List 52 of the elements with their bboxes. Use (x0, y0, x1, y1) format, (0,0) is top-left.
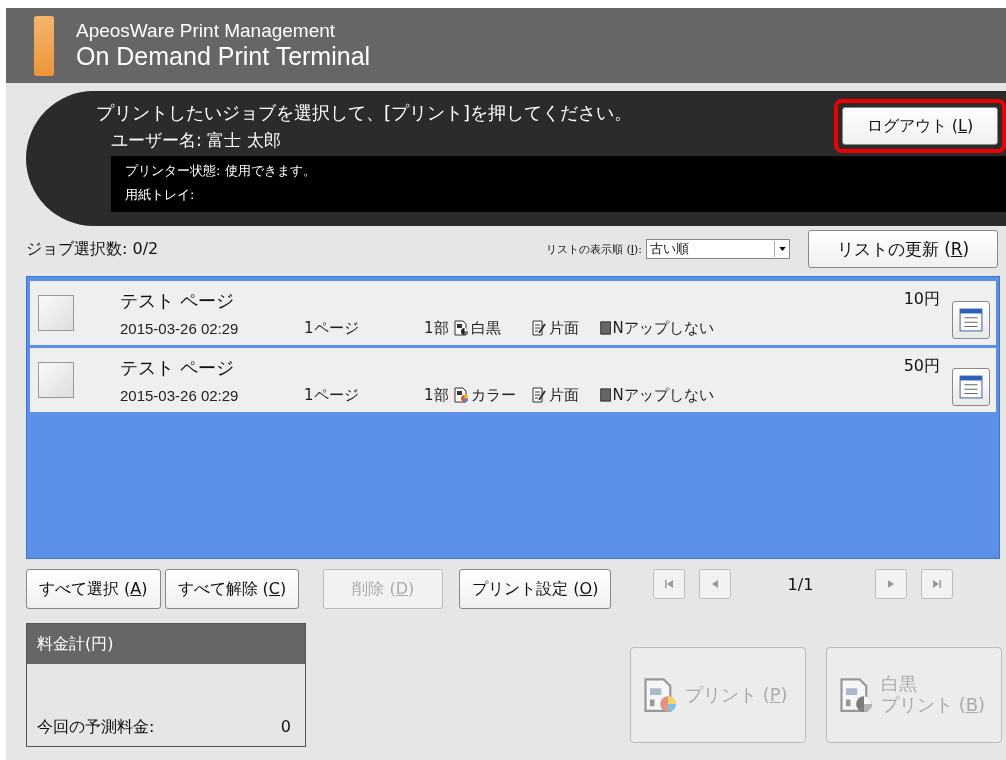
checkbox[interactable] (38, 295, 74, 331)
color-mode: 白黒 (470, 318, 502, 338)
sides-setting: 片面 (548, 385, 580, 405)
page-count: 1ページ (304, 385, 360, 405)
document-icon (837, 677, 873, 713)
product-name: ApeosWare Print Management (76, 20, 337, 42)
action-button[interactable]: すべて選択 (A) (26, 569, 161, 609)
logo-bar-icon (34, 15, 54, 76)
color-mode: カラー (470, 385, 517, 405)
job-name: テスト ページ (120, 288, 235, 313)
first-page-icon (663, 578, 676, 590)
sort-dropdown[interactable]: 古い順 (646, 239, 790, 259)
job-date: 2015-03-26 02:29 (120, 319, 240, 337)
app-title: On Demand Print Terminal (76, 42, 371, 71)
copy-count: 1部 (424, 385, 449, 405)
sides-setting: 片面 (548, 318, 580, 338)
checkbox[interactable] (38, 362, 74, 398)
page-count: 1ページ (304, 318, 360, 338)
job-details-button[interactable] (952, 368, 990, 406)
action-button[interactable]: プリント設定 (O) (459, 569, 612, 609)
list-icon (959, 375, 983, 399)
fee-label: 今回の予測料金: (37, 717, 155, 738)
list-icon (959, 308, 983, 332)
document-icon (641, 677, 677, 713)
last-page-icon (931, 578, 944, 590)
action-button[interactable]: すべて解除 (C) (164, 569, 300, 609)
paper-tray-label: 用紙トレイ: (125, 186, 196, 204)
refresh-button[interactable]: リストの更新 (R) (808, 230, 998, 268)
job-row[interactable]: テスト ページ 2015-03-26 02:29 1ページ 1部 カラー 片面 Nアップしない 50円 (30, 348, 996, 412)
job-price: 50円 (903, 356, 940, 377)
logout-button[interactable]: ログアウト (L) (842, 107, 998, 145)
page-indicator: 1/1 (786, 574, 815, 594)
page-icon (598, 320, 613, 336)
fee-title: 料金計(円) (27, 624, 305, 664)
single-side-icon (530, 320, 547, 336)
job-row[interactable]: テスト ページ 2015-03-26 02:29 1ページ 1部 白黒 片面 Nアップしない 10円 (30, 281, 996, 345)
nup-setting: Nアップしない (612, 318, 714, 338)
printer-status: プリンター状態: 使用できます。 (125, 162, 317, 180)
job-details-button[interactable] (952, 301, 990, 339)
selection-count: ジョブ選択数: 0/2 (26, 238, 160, 260)
nup-setting: Nアップしない (612, 385, 714, 405)
copy-count: 1部 (424, 318, 449, 338)
job-date: 2015-03-26 02:29 (120, 386, 240, 404)
instruction-text: プリントしたいジョブを選択して、[プリント]を押してください。 (96, 101, 634, 125)
page-icon (598, 387, 613, 403)
single-side-icon (530, 387, 547, 403)
sort-label: リストの表示順 (I): (545, 241, 642, 257)
job-name: テスト ページ (120, 355, 235, 380)
fee-value: 0 (280, 717, 291, 738)
dropdown-arrow-icon (778, 247, 786, 251)
user-name: ユーザー名: 富士 太郎 (111, 129, 282, 152)
job-price: 10円 (903, 289, 940, 310)
